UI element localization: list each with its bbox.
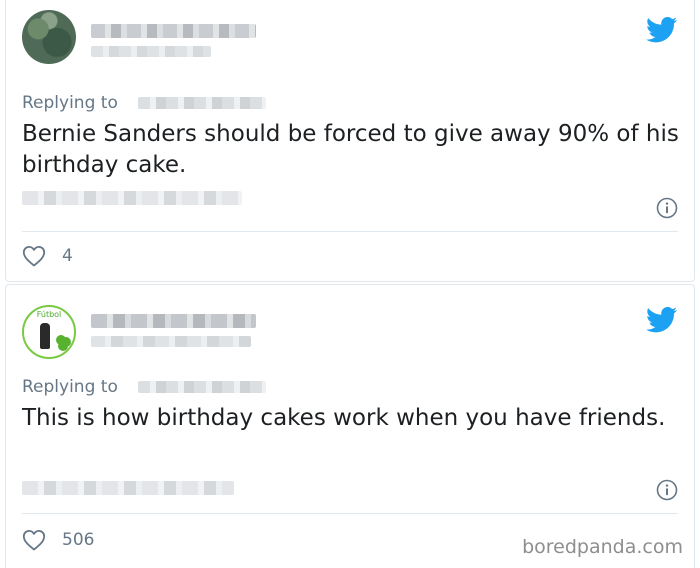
like-action[interactable]: 4 bbox=[22, 245, 73, 267]
replying-to-label: Replying to bbox=[22, 377, 118, 397]
timestamp-blurred[interactable] bbox=[22, 481, 234, 495]
clover-icon bbox=[56, 335, 66, 345]
info-icon[interactable] bbox=[656, 197, 678, 219]
username-blurred[interactable] bbox=[91, 46, 211, 57]
tweet-text: This is how birthday cakes work when you… bbox=[22, 405, 666, 431]
avatar-figure bbox=[40, 323, 50, 349]
tweet-card: Replying to Bernie Sanders should be for… bbox=[5, 0, 695, 282]
replying-to-label: Replying to bbox=[22, 93, 118, 113]
avatar[interactable]: Fútbol bbox=[22, 305, 76, 359]
reply-handle-blurred[interactable] bbox=[138, 97, 266, 109]
avatar-text: Fútbol bbox=[36, 310, 62, 319]
avatar[interactable] bbox=[22, 10, 76, 64]
like-count: 506 bbox=[62, 530, 95, 550]
heart-icon[interactable] bbox=[22, 245, 46, 267]
display-name-blurred[interactable] bbox=[91, 24, 256, 38]
reply-handle-blurred[interactable] bbox=[138, 381, 266, 393]
divider bbox=[22, 513, 678, 514]
username-blurred[interactable] bbox=[91, 336, 251, 347]
info-icon[interactable] bbox=[656, 479, 678, 501]
timestamp-blurred[interactable] bbox=[22, 191, 242, 205]
heart-icon[interactable] bbox=[22, 529, 46, 551]
divider bbox=[22, 231, 678, 232]
tweet-card: Fútbol Replying to This is how birthday … bbox=[5, 284, 695, 568]
like-action[interactable]: 506 bbox=[22, 529, 94, 551]
like-count: 4 bbox=[62, 246, 73, 266]
tweet-text: Bernie Sanders should be forced to give … bbox=[22, 121, 679, 178]
twitter-bird-icon[interactable] bbox=[646, 17, 678, 43]
watermark: boredpanda.com bbox=[522, 536, 683, 558]
display-name-blurred[interactable] bbox=[91, 314, 256, 328]
twitter-bird-icon[interactable] bbox=[646, 307, 678, 333]
